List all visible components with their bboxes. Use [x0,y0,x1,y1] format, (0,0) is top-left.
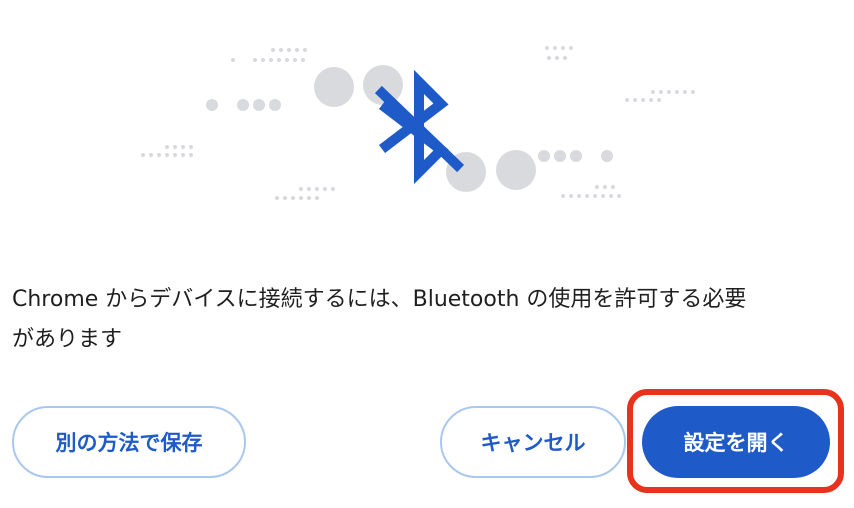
permission-message: Chrome からデバイスに接続するには、Bluetooth の使用を許可する必… [12,280,842,360]
save-another-way-button[interactable]: 別の方法で保存 [12,406,246,478]
bluetooth-illustration [141,46,695,200]
message-line-2: があります [12,327,123,352]
cancel-button[interactable]: キャンセル [440,406,626,478]
message-line-1: Chrome からデバイスに接続するには、Bluetooth の使用を許可する必… [12,287,747,312]
open-settings-button[interactable]: 設定を開く [642,406,830,478]
